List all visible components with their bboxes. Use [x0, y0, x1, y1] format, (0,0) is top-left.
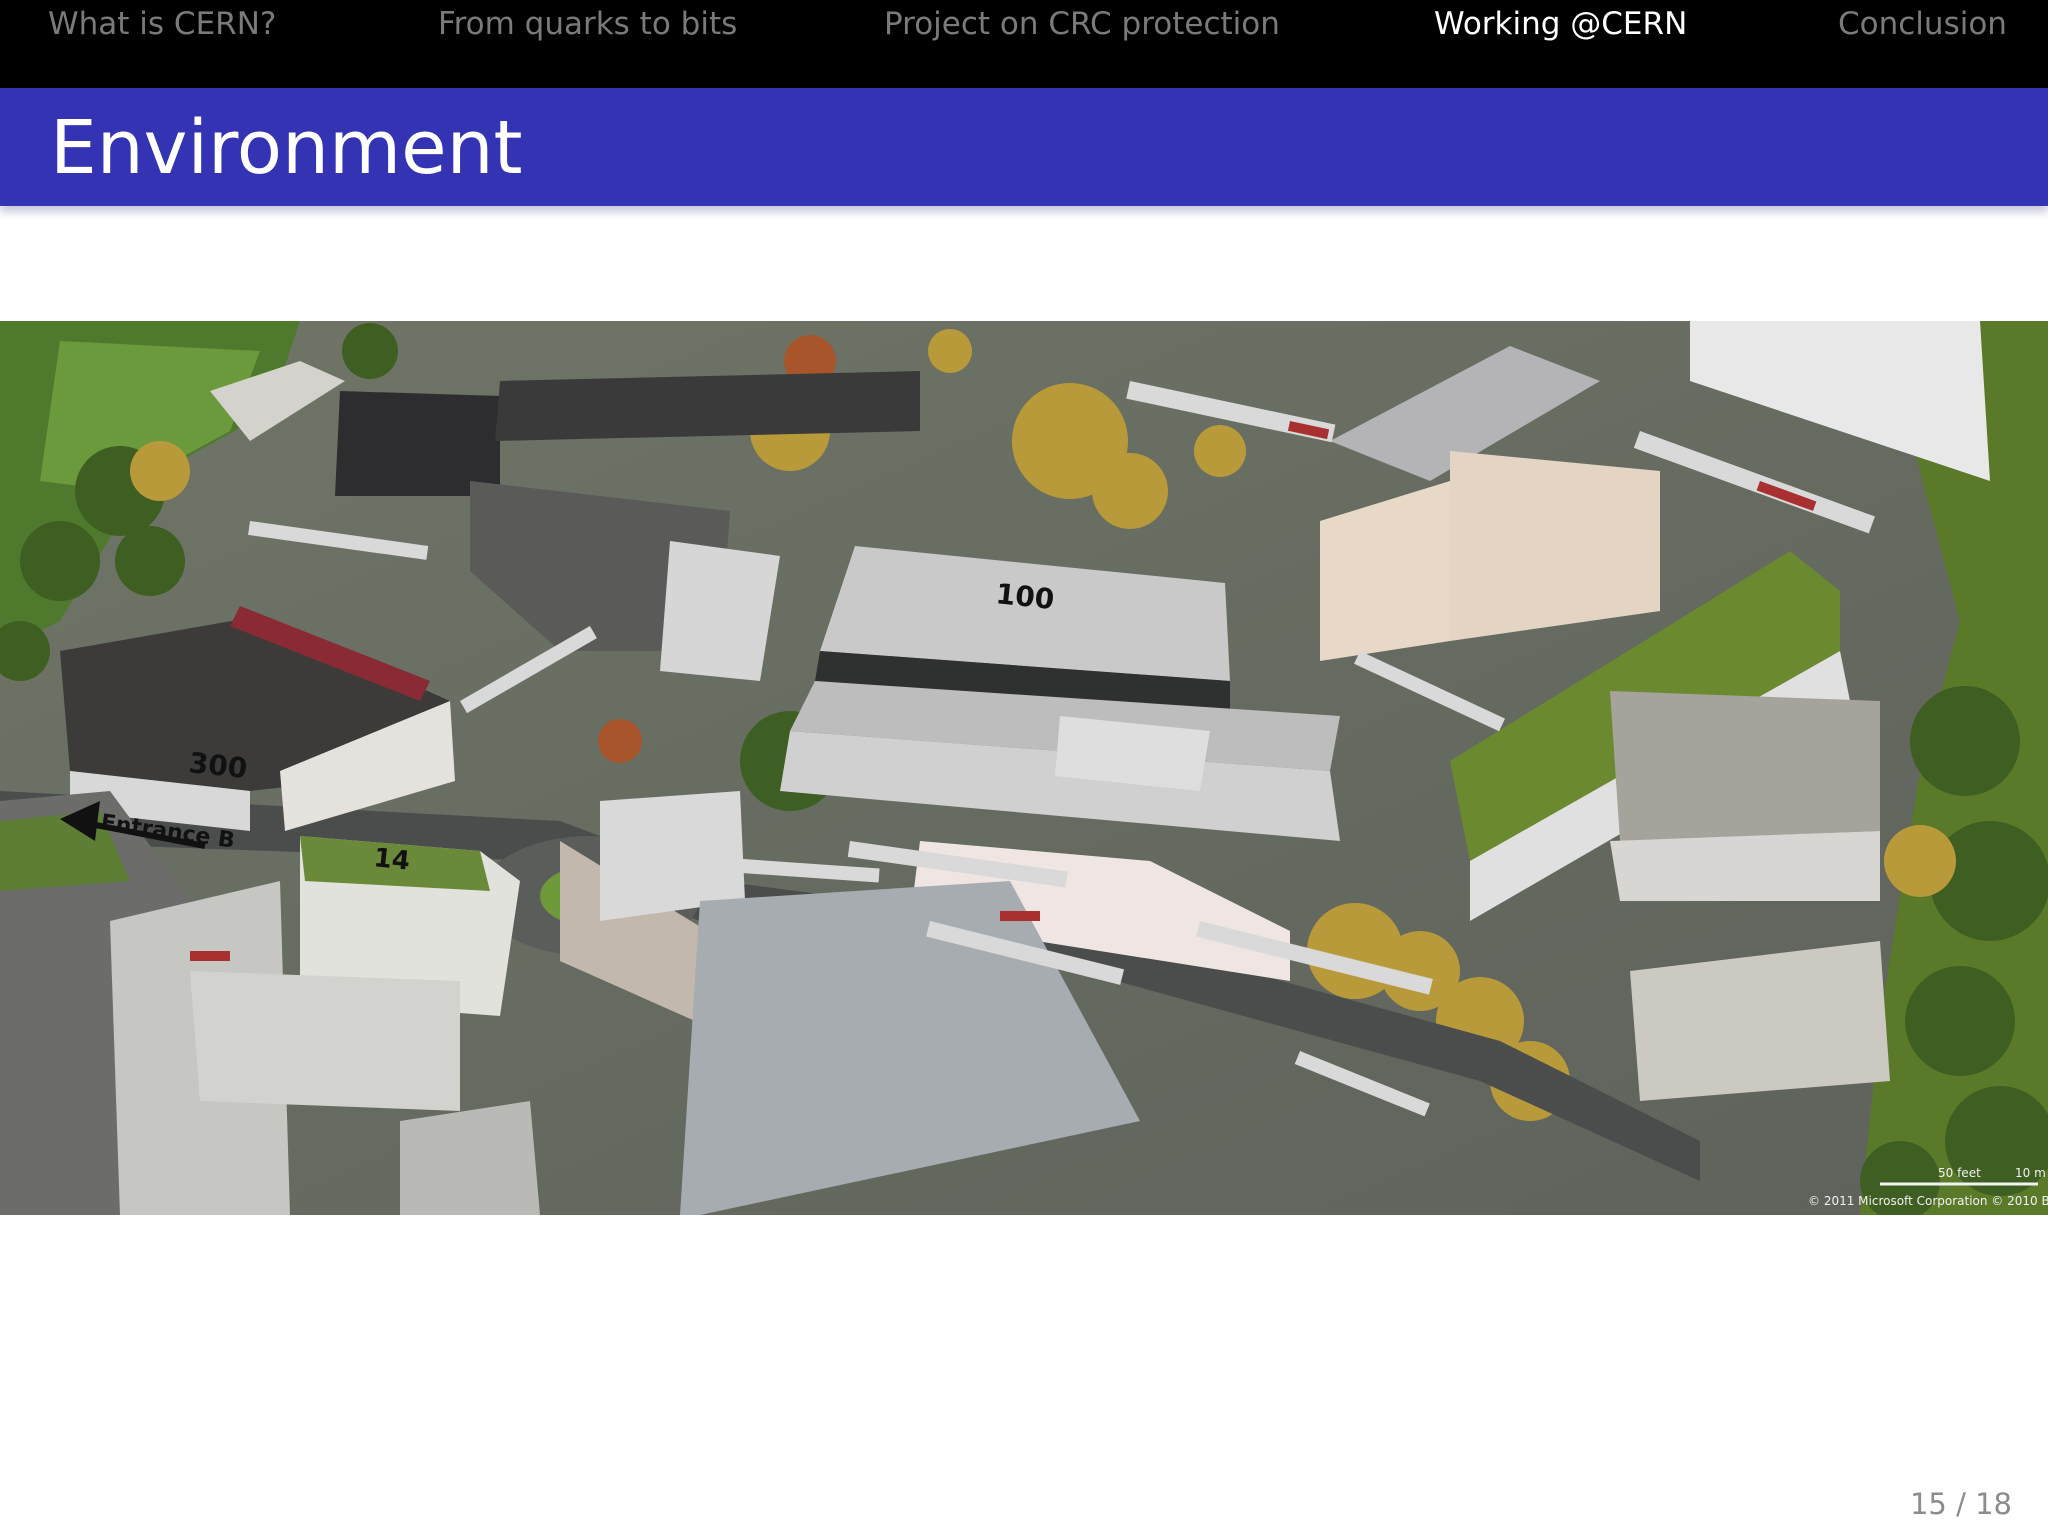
nav-item-what-is-cern[interactable]: What is CERN? — [48, 4, 276, 44]
building-100-label: 100 — [994, 577, 1056, 616]
nav-item-crc-protection[interactable]: Project on CRC protection — [884, 4, 1280, 44]
frame-title: Environment — [50, 105, 523, 191]
nav-item-conclusion[interactable]: Conclusion — [1838, 4, 2007, 44]
section-navbar: What is CERN? From quarks to bits Projec… — [0, 0, 2048, 88]
building-14-label: 14 — [372, 843, 411, 877]
nav-item-quarks-to-bits[interactable]: From quarks to bits — [438, 4, 737, 44]
photo-credit: © 2011 Microsoft Corporation © 2010 Blom — [1808, 1194, 2048, 1208]
scale-meters-label: 10 m — [2015, 1166, 2046, 1180]
building-300-label: 300 — [187, 746, 249, 785]
page-indicator: 15 / 18 — [1909, 1487, 2012, 1521]
scale-feet-label: 50 feet — [1938, 1166, 1981, 1180]
frame-title-bar: Environment — [0, 88, 2048, 206]
nav-item-working-cern[interactable]: Working @CERN — [1434, 4, 1687, 44]
aerial-photo-illustration: 100 300 14 Entrance B 50 feet 10 m © 201… — [0, 321, 2048, 1215]
aerial-photo: 100 300 14 Entrance B 50 feet 10 m © 201… — [0, 321, 2048, 1215]
